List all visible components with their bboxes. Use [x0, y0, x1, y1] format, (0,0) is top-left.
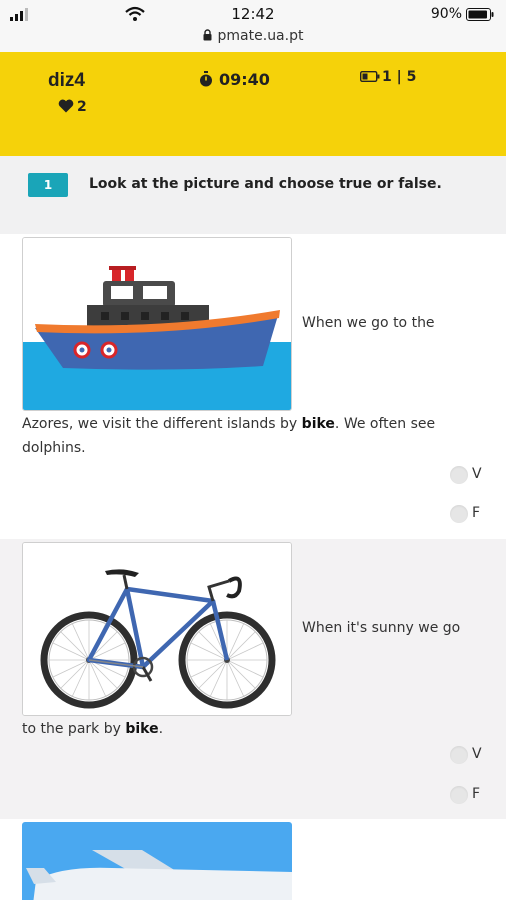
sentence-continuation: Azores, we visit the different islands b…: [22, 412, 482, 460]
false-option[interactable]: F: [450, 785, 500, 805]
quiz-item-2: When it's sunny we go to the park by bik…: [0, 539, 506, 819]
option-label: V: [472, 746, 482, 762]
sentence-continuation: to the park by bike.: [22, 717, 482, 741]
lock-icon: [203, 29, 212, 41]
lives-counter: 2: [58, 99, 87, 115]
progress-battery-icon: [359, 70, 380, 83]
progress-value: 1 | 5: [382, 69, 417, 85]
option-label: F: [472, 786, 481, 802]
option-label: F: [472, 505, 481, 521]
question-progress: 1 | 5: [359, 69, 417, 85]
question-number-badge: 1: [28, 173, 68, 197]
username: diz4: [48, 70, 85, 91]
airplane-illustration: [22, 822, 292, 900]
false-option[interactable]: F: [450, 504, 500, 524]
bicycle-illustration: [22, 542, 292, 716]
quiz-header: diz4 2 09:40 1 | 5: [0, 52, 506, 156]
battery-icon: [466, 8, 494, 21]
true-option[interactable]: V: [450, 745, 500, 765]
question-instruction: Look at the picture and choose true or f…: [89, 176, 442, 192]
sentence-fragment: When we go to the: [302, 315, 435, 331]
radio-button[interactable]: [450, 786, 468, 804]
true-option[interactable]: V: [450, 465, 500, 485]
sentence-start: to the park by: [22, 721, 126, 737]
radio-button[interactable]: [450, 746, 468, 764]
status-bar: 12:42 90% pmate.ua.pt: [0, 0, 506, 52]
stopwatch-icon: [200, 71, 212, 87]
question-header: 1 Look at the picture and choose true or…: [0, 156, 506, 234]
url-text: pmate.ua.pt: [217, 28, 304, 44]
sentence-start: Azores, we visit the different islands b…: [22, 416, 302, 432]
lives-value: 2: [77, 99, 87, 115]
timer-value: 09:40: [219, 70, 270, 89]
highlighted-word: bike: [301, 416, 335, 432]
countdown-timer: 09:40: [199, 70, 270, 89]
quiz-item-3: [0, 819, 506, 900]
sentence-fragment: When it's sunny we go: [302, 620, 461, 636]
ship-illustration: [22, 237, 292, 411]
heart-icon: [58, 99, 74, 113]
option-label: V: [472, 466, 482, 482]
sentence-end: .: [158, 721, 164, 737]
radio-button[interactable]: [450, 466, 468, 484]
radio-button[interactable]: [450, 505, 468, 523]
battery-percentage: 90%: [430, 6, 462, 22]
quiz-item-1: When we go to the Azores, we visit the d…: [0, 234, 506, 539]
address-bar[interactable]: pmate.ua.pt: [0, 28, 506, 44]
highlighted-word: bike: [125, 721, 159, 737]
